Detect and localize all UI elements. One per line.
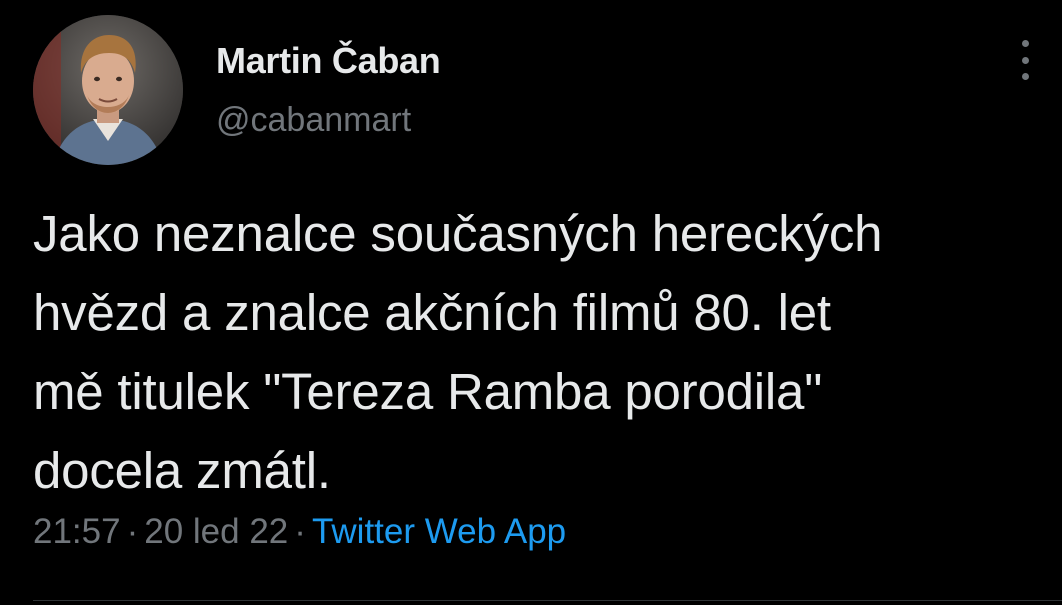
more-options-button[interactable] (1008, 40, 1042, 80)
tweet-metadata: 21:57 · 20 led 22 · Twitter Web App (33, 512, 566, 552)
tweet-source-link[interactable]: Twitter Web App (312, 512, 566, 551)
tweet-time[interactable]: 21:57 (33, 512, 121, 551)
avatar-photo-icon (33, 15, 183, 165)
meta-separator: · (294, 512, 306, 551)
tweet-card: Martin Čaban @cabanmart Jako neznalce so… (0, 0, 1062, 605)
divider (33, 600, 1062, 601)
more-vertical-icon-dot (1021, 56, 1029, 64)
author-handle[interactable]: @cabanmart (216, 101, 411, 140)
tweet-date[interactable]: 20 led 22 (144, 512, 288, 551)
more-vertical-icon (1021, 40, 1029, 47)
author-display-name[interactable]: Martin Čaban (216, 40, 441, 82)
meta-separator: · (126, 512, 139, 551)
more-vertical-icon-dot (1021, 73, 1029, 80)
author-avatar[interactable] (33, 15, 183, 165)
tweet-text: Jako neznalce současných hereckých hvězd… (33, 205, 883, 499)
